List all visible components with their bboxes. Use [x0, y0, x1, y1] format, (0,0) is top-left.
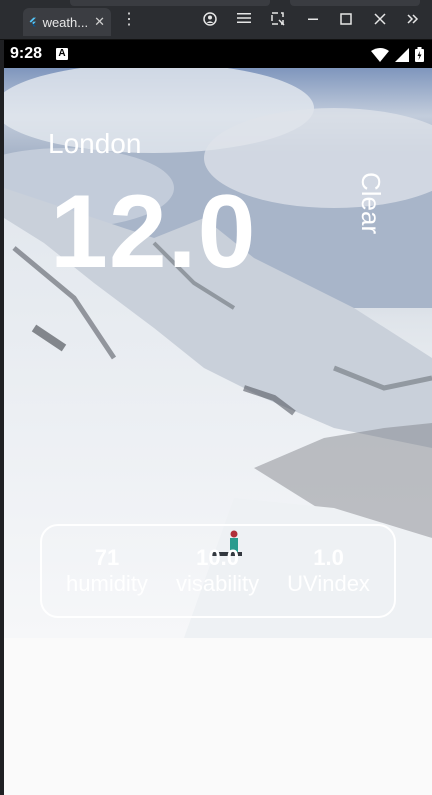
more-options-icon[interactable]: ⋮ [121, 12, 137, 28]
app-window: weath... ✕ ⋮ 9:28 A London 12.0 Clear 71… [0, 0, 432, 795]
weather-background-image: London 12.0 Clear 71 humidity 10.0 visab… [4, 68, 432, 638]
browser-tab[interactable]: weath... ✕ [23, 8, 111, 36]
phone-screen: 9:28 A London 12.0 Clear 71 humidity 10.… [4, 40, 432, 795]
visibility-label: visability [175, 571, 260, 596]
weather-condition: Clear [356, 172, 386, 235]
account-icon[interactable] [201, 12, 219, 30]
background-tab-strip [290, 0, 420, 6]
weather-stats-card: 71 humidity 10.0 visability 1.0 UVindex [40, 524, 396, 618]
screenshot-icon[interactable] [269, 12, 287, 30]
maximize-icon[interactable] [337, 12, 355, 30]
uv-index-stat: 1.0 UVindex [287, 545, 370, 597]
uv-index-value: 1.0 [313, 545, 344, 570]
humidity-stat: 71 humidity [66, 545, 148, 597]
window-titlebar: weath... ✕ ⋮ [0, 0, 432, 40]
signal-icon [395, 47, 409, 62]
status-time: 9:28 [10, 45, 43, 62]
visibility-stat: 10.0 visability [176, 545, 259, 597]
menu-icon[interactable] [235, 12, 253, 28]
temperature-value: 12.0 [50, 174, 257, 290]
battery-charging-icon [415, 47, 424, 62]
tab-title: weath... [42, 14, 89, 30]
close-tab-icon[interactable]: ✕ [94, 14, 105, 30]
humidity-label: humidity [66, 571, 148, 596]
flutter-icon [29, 17, 36, 27]
background-tab-strip [70, 0, 270, 6]
expand-panel-icon[interactable] [404, 12, 422, 30]
city-name: London [48, 128, 142, 159]
minimize-icon[interactable] [304, 12, 322, 30]
status-icons [371, 47, 424, 62]
notification-a-icon: A [56, 48, 69, 60]
close-window-icon[interactable] [371, 12, 389, 30]
wifi-icon [371, 47, 389, 62]
humidity-value: 71 [94, 545, 120, 570]
uv-index-label: UVindex [287, 571, 370, 596]
visibility-value: 10.0 [196, 545, 239, 570]
status-bar: 9:28 A [4, 40, 432, 68]
